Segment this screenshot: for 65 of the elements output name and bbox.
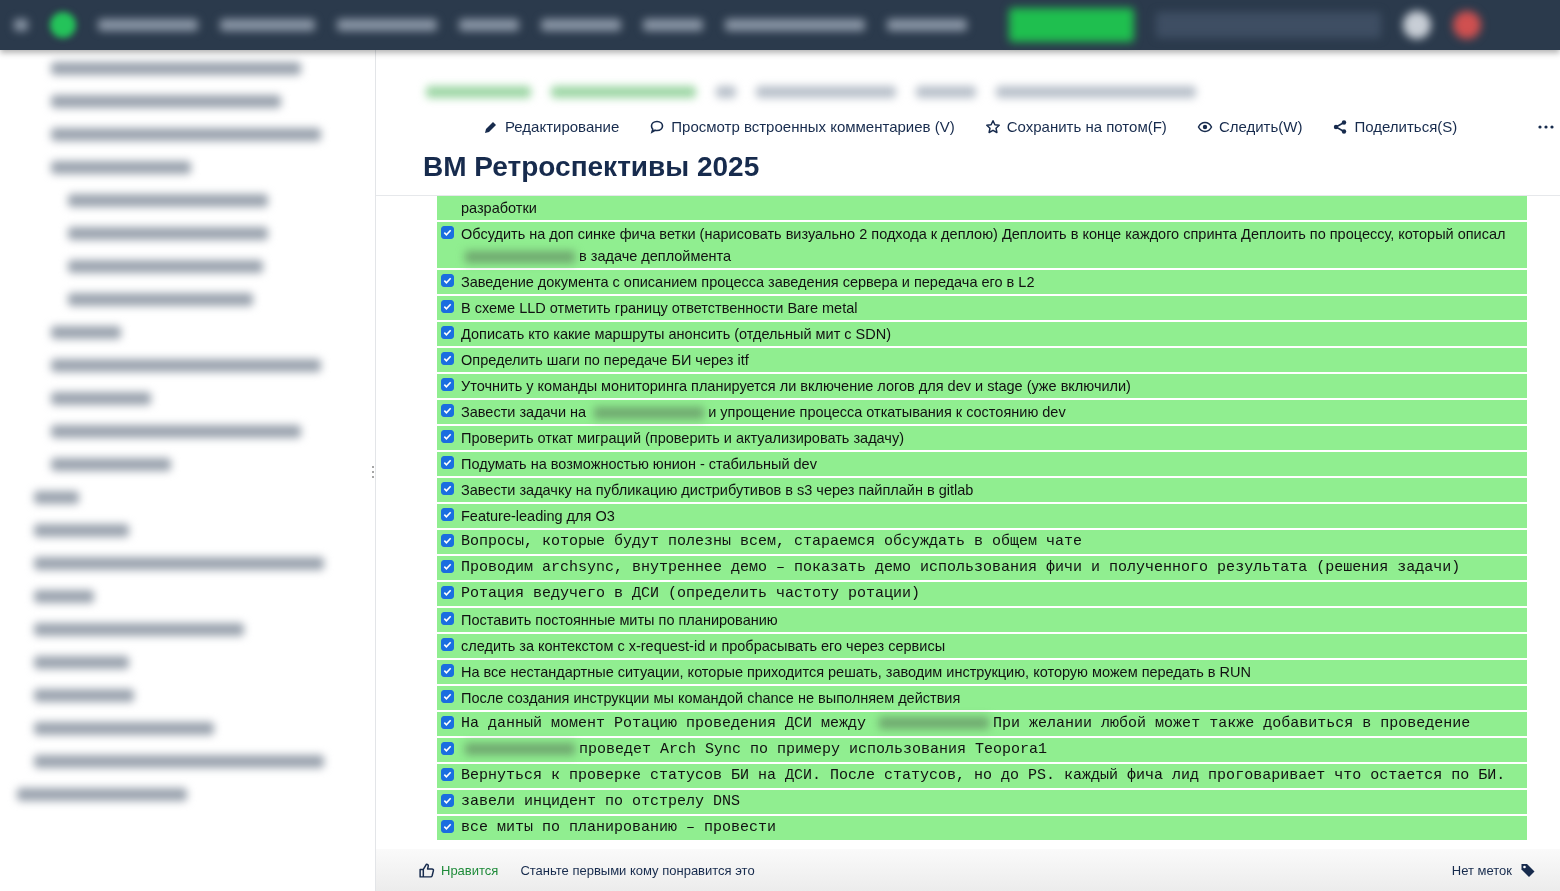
task-text: завели инцидент по отстрелу DNS [461,792,741,812]
task-text: следить за контекстом с x-request-id и пробрасывать его через сервисы [461,637,946,656]
checkbox[interactable] [441,274,454,287]
checkbox[interactable] [441,820,454,833]
checkbox[interactable] [441,742,454,755]
checkbox[interactable] [441,664,454,677]
checkbox[interactable] [441,352,454,365]
checkbox[interactable] [441,300,454,313]
avatar-icon[interactable] [1453,11,1481,39]
task-text: На все нестандартные ситуации, которые приходится решать, заводим инструкцию, которую можем передать в RUN [461,663,1251,682]
checkbox[interactable] [441,716,454,729]
task-text: Определить шаги по передаче БИ через itf [461,351,749,370]
task-text: Поставить постоянные миты по планированию [461,611,778,630]
checkbox[interactable] [441,326,454,339]
checkbox[interactable] [441,430,454,443]
checkbox[interactable] [441,586,454,599]
like-prompt: Станьте первыми кому понравится это [520,862,755,878]
task-text: После создания инструкции мы командой chance не выполняем действия [461,689,961,708]
checkbox[interactable] [441,560,454,573]
no-labels-text: Нет меток [1451,862,1512,878]
checkbox[interactable] [441,508,454,521]
task-text: Завести задачи на и упрощение процесса откатывания к состоянию dev [461,403,1066,422]
edit-button[interactable]: Редактирование [483,118,620,135]
page-title: ВМ Ретроспективы 2025 [423,151,761,183]
checkbox[interactable] [441,768,454,781]
checkbox[interactable] [441,226,454,239]
task-text: Обсудить на доп синке фича ветки (нарисовать визуально 2 подхода к деплою) Деплоить в конце каждого спринта Деплоить по процессу, который описал в задаче деплоймента [461,225,1507,266]
thumbs-up-icon [418,861,435,879]
task-text: Уточнить у команды мониторинга планируется ли включение логов для dev и stage (уже включили) [461,377,1131,396]
checkbox[interactable] [441,638,454,651]
checkbox[interactable] [441,612,454,625]
task-text: Проверить откат миграций (проверить и актуализировать задачу) [461,429,904,448]
task-text: На данный момент Ротацию проведения ДСИ между При желании любой может также добавиться в проведение [461,714,1471,734]
comment-icon [649,118,666,135]
task-text: Feature-leading для О3 [461,507,615,526]
task-text: Проводим archsync, внутреннее демо – показать демо использования фичи и полученного результата (решения задачи) [461,558,1461,578]
checkbox[interactable] [441,456,454,469]
checkbox[interactable] [441,482,454,495]
task-text: Завести задачку на публикацию дистрибутивов в s3 через пайплайн в gitlab [461,481,974,500]
comments-button[interactable]: Просмотр встроенных комментариев (V) [649,118,955,135]
task-text: Заведение документа с описанием процесса заведения сервера и передача его в L2 [461,273,1035,292]
logo-icon[interactable] [50,12,76,38]
task-text: Вопросы, которые будут полезны всем, стараемся обсуждать в общем чате [461,532,1083,552]
blurred-button[interactable] [1009,8,1134,42]
share-button[interactable]: Поделиться(S) [1332,118,1458,135]
share-icon [1332,118,1349,135]
task-text: Вернуться к проверке статусов БИ на ДСИ. После статусов, но до PS. каждый фича лид проговаривает что остается по БИ. [461,766,1506,786]
checkbox[interactable] [441,690,454,703]
checkbox[interactable] [441,534,454,547]
task-text: В схеме LLD отметить границу ответственности Bare metal [461,299,858,318]
checkbox[interactable] [441,378,454,391]
tag-icon[interactable] [1520,862,1536,878]
task-text: разработки [461,199,537,218]
star-icon [984,118,1001,135]
like-link[interactable]: Нравится [418,861,499,879]
task-text: Подумать на возможностью юнион - стабильный dev [461,455,817,474]
task-text: все миты по планированию – провести [461,818,777,838]
task-text: проведет Arch Sync по примеру использования Teopora1 [461,739,1048,761]
task-text: Дописать кто какие маршруты анонсить (отдельный мит с SDN) [461,325,892,344]
watch-button[interactable]: Следить(W) [1196,118,1303,135]
checkbox[interactable] [441,794,454,807]
more-icon[interactable] [1538,124,1554,129]
checkbox[interactable] [441,404,454,417]
save-button[interactable]: Сохранить на потом(F) [984,118,1167,135]
task-text: Ротация ведучего в ДСИ (определить частоту ротации) [461,584,921,604]
